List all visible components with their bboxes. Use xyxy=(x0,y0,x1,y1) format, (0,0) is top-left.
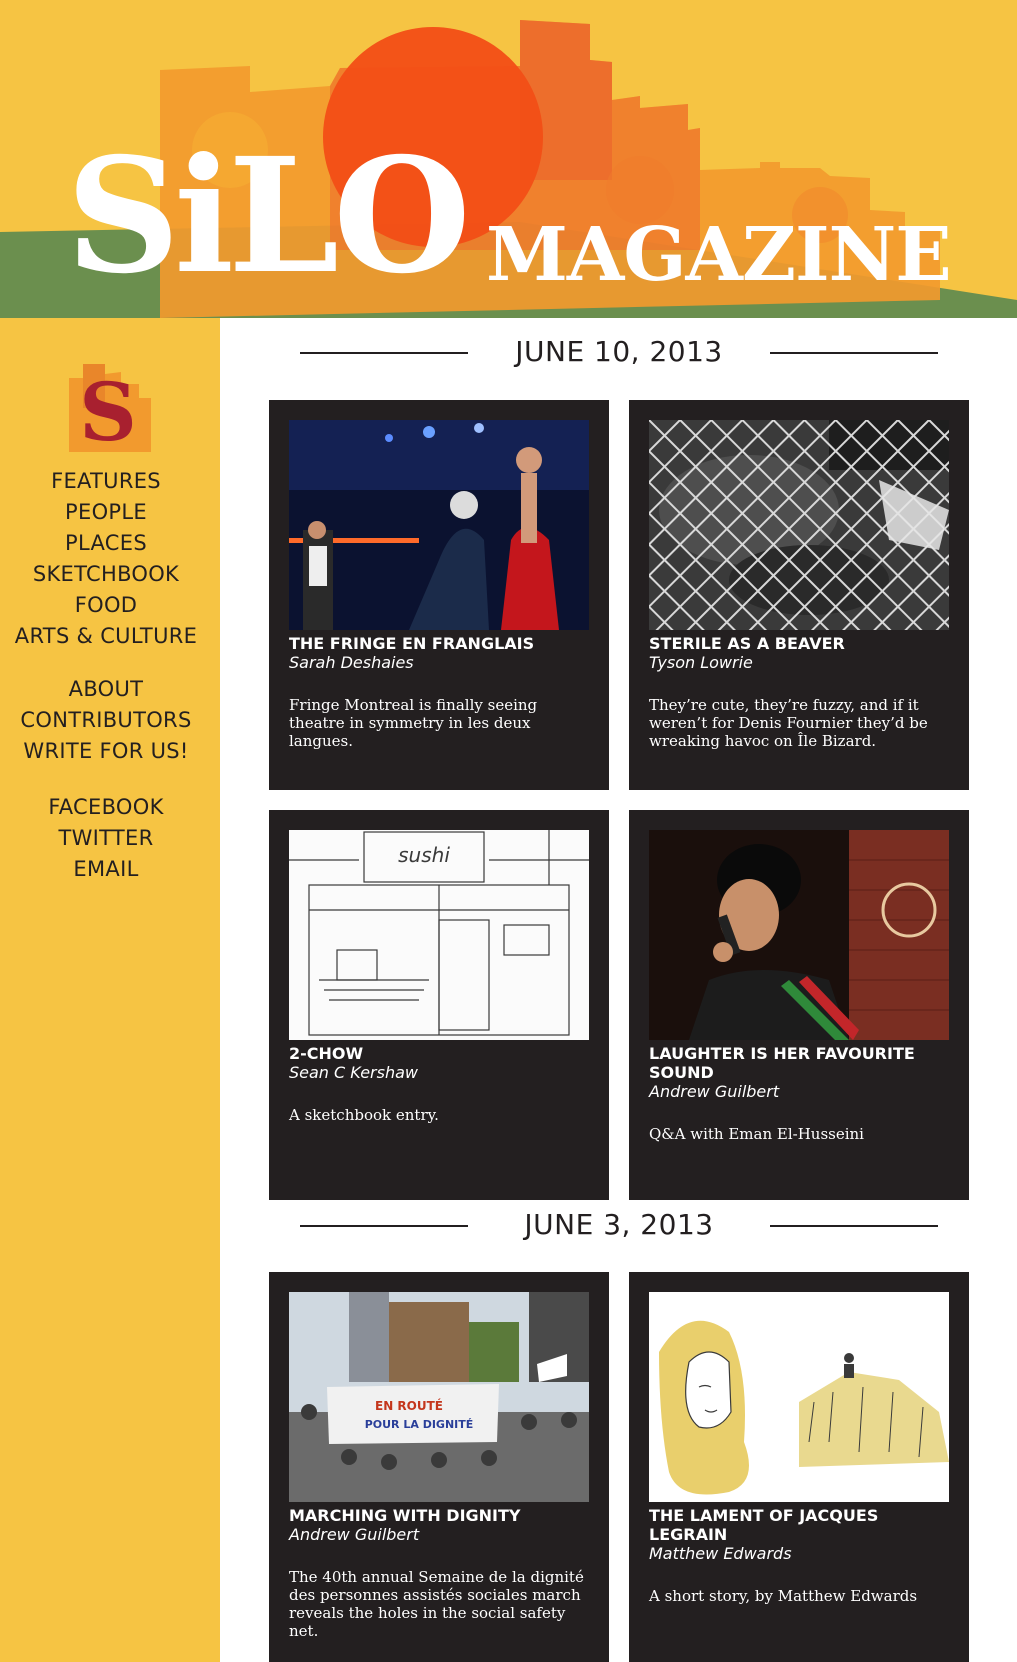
nav-link-twitter[interactable]: TWITTER xyxy=(58,826,153,850)
article-text: THE LAMENT OF JACQUES LEGRAIN Matthew Ed… xyxy=(649,1506,949,1605)
nav-link-arts-culture[interactable]: ARTS & CULTURE xyxy=(15,624,197,648)
article-author[interactable]: Sarah Deshaies xyxy=(289,653,589,672)
article-excerpt: A sketchbook entry. xyxy=(289,1106,439,1124)
sidebar-logo-letter: S xyxy=(79,365,137,452)
svg-text:POUR LA DIGNITÉ: POUR LA DIGNITÉ xyxy=(365,1418,474,1431)
article-author[interactable]: Andrew Guilbert xyxy=(289,1525,589,1544)
sidebar: S FEATURES PEOPLE PLACES SKETCHBOOK FOOD… xyxy=(0,318,220,1662)
article-card[interactable]: THE LAMENT OF JACQUES LEGRAIN Matthew Ed… xyxy=(629,1272,969,1662)
nav-item: EMAIL xyxy=(0,854,212,885)
nav-link-email[interactable]: EMAIL xyxy=(73,857,138,881)
nav-link-features[interactable]: FEATURES xyxy=(51,469,161,493)
nav-item: ARTS & CULTURE xyxy=(0,621,212,652)
site-logo-subtitle[interactable]: MAGAZINE xyxy=(486,218,952,292)
nav-item: FACEBOOK xyxy=(0,792,212,823)
site-logo-title[interactable]: SiLO xyxy=(66,138,471,296)
article-image[interactable] xyxy=(649,420,949,630)
caged-beaver-photo xyxy=(649,420,949,630)
article-text: LAUGHTER IS HER FAVOURITE SOUND Andrew G… xyxy=(649,1044,949,1143)
svg-text:sushi: sushi xyxy=(398,843,450,867)
about-nav: ABOUT CONTRIBUTORS WRITE FOR US! xyxy=(0,674,212,767)
article-image[interactable]: sushi xyxy=(289,830,589,1040)
nav-link-contributors[interactable]: CONTRIBUTORS xyxy=(20,708,191,732)
article-image[interactable] xyxy=(649,1292,949,1502)
nav-item: PEOPLE xyxy=(0,497,212,528)
article-title[interactable]: STERILE AS A BEAVER xyxy=(649,634,949,653)
nav-link-sketchbook[interactable]: SKETCHBOOK xyxy=(33,562,179,586)
nav-link-write-for-us[interactable]: WRITE FOR US! xyxy=(23,739,188,763)
nav-link-facebook[interactable]: FACEBOOK xyxy=(48,795,163,819)
article-title[interactable]: LAUGHTER IS HER FAVOURITE SOUND xyxy=(649,1044,949,1082)
section-nav: FEATURES PEOPLE PLACES SKETCHBOOK FOOD A… xyxy=(0,466,212,652)
article-author[interactable]: Matthew Edwards xyxy=(649,1544,949,1563)
article-excerpt: Q&A with Eman El-Husseini xyxy=(649,1125,864,1143)
article-image[interactable] xyxy=(649,830,949,1040)
nav-item: FOOD xyxy=(0,590,212,621)
article-text: MARCHING WITH DIGNITY Andrew Guilbert Th… xyxy=(289,1506,589,1640)
nav-link-about[interactable]: ABOUT xyxy=(69,677,144,701)
sushi-storefront-sketch: sushi xyxy=(289,830,589,1040)
silo-s-logo-icon[interactable]: S xyxy=(61,358,155,452)
article-card[interactable]: LAUGHTER IS HER FAVOURITE SOUND Andrew G… xyxy=(629,810,969,1200)
issue-date-header: JUNE 10, 2013 xyxy=(300,332,938,372)
article-excerpt: A short story, by Matthew Edwards xyxy=(649,1587,918,1605)
article-feed: JUNE 10, 2013 THE FRINGE EN FRANGLAIS Sa… xyxy=(220,318,1017,1662)
nav-item: ABOUT xyxy=(0,674,212,705)
nav-item: WRITE FOR US! xyxy=(0,736,212,767)
divider-line xyxy=(770,352,938,354)
article-excerpt: Fringe Montreal is finally seeing theatr… xyxy=(289,696,538,750)
stage-performers-photo xyxy=(289,420,589,630)
wheatfield-illustration xyxy=(649,1292,949,1502)
social-nav: FACEBOOK TWITTER EMAIL xyxy=(0,792,212,885)
article-card[interactable]: EN ROUTÉ POUR LA DIGNITÉ MARCHING WITH D… xyxy=(269,1272,609,1662)
article-author[interactable]: Andrew Guilbert xyxy=(649,1082,949,1101)
article-text: 2-CHOW Sean C Kershaw A sketchbook entry… xyxy=(289,1044,589,1124)
article-author[interactable]: Sean C Kershaw xyxy=(289,1063,589,1082)
article-title[interactable]: THE FRINGE EN FRANGLAIS xyxy=(289,634,589,653)
article-excerpt: The 40th annual Semaine de la dignité de… xyxy=(289,1568,584,1640)
article-card[interactable]: THE FRINGE EN FRANGLAIS Sarah Deshaies F… xyxy=(269,400,609,790)
nav-link-places[interactable]: PLACES xyxy=(65,531,147,555)
nav-item: SKETCHBOOK xyxy=(0,559,212,590)
article-title[interactable]: MARCHING WITH DIGNITY xyxy=(289,1506,589,1525)
nav-link-food[interactable]: FOOD xyxy=(75,593,138,617)
svg-text:EN ROUTÉ: EN ROUTÉ xyxy=(375,1398,443,1413)
nav-item: PLACES xyxy=(0,528,212,559)
article-author[interactable]: Tyson Lowrie xyxy=(649,653,949,672)
street-march-photo: EN ROUTÉ POUR LA DIGNITÉ xyxy=(289,1292,589,1502)
article-excerpt: They’re cute, they’re fuzzy, and if it w… xyxy=(649,696,928,750)
article-title[interactable]: 2-CHOW xyxy=(289,1044,589,1063)
divider-line xyxy=(770,1225,938,1227)
article-title[interactable]: THE LAMENT OF JACQUES LEGRAIN xyxy=(649,1506,949,1544)
article-card[interactable]: STERILE AS A BEAVER Tyson Lowrie They’re… xyxy=(629,400,969,790)
nav-item: TWITTER xyxy=(0,823,212,854)
nav-link-people[interactable]: PEOPLE xyxy=(65,500,147,524)
article-image[interactable] xyxy=(289,420,589,630)
issue-date-header: JUNE 3, 2013 xyxy=(300,1205,938,1245)
article-image[interactable]: EN ROUTÉ POUR LA DIGNITÉ xyxy=(289,1292,589,1502)
comedian-microphone-photo xyxy=(649,830,949,1040)
article-card[interactable]: sushi 2-CHOW Sean C Kershaw A sketchbook… xyxy=(269,810,609,1200)
nav-item: CONTRIBUTORS xyxy=(0,705,212,736)
article-text: STERILE AS A BEAVER Tyson Lowrie They’re… xyxy=(649,634,949,750)
article-text: THE FRINGE EN FRANGLAIS Sarah Deshaies F… xyxy=(289,634,589,750)
nav-item: FEATURES xyxy=(0,466,212,497)
site-banner: SiLO MAGAZINE xyxy=(0,0,1017,318)
